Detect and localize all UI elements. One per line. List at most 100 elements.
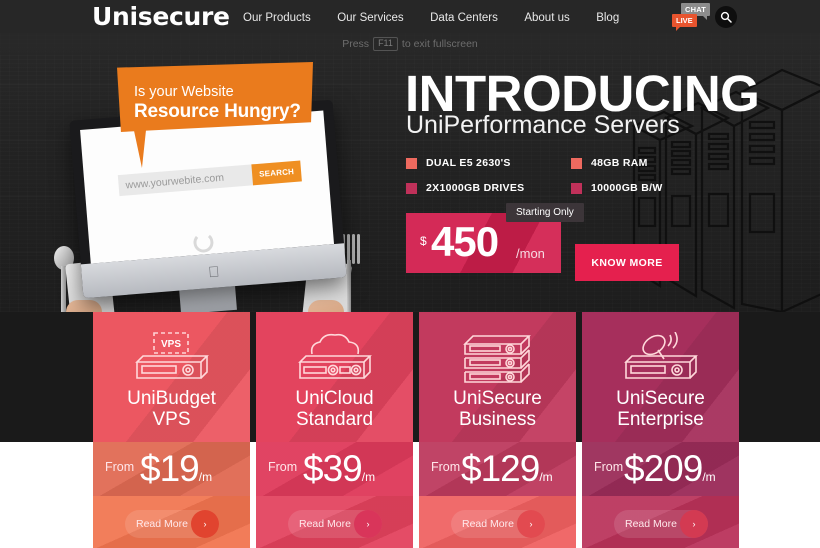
plan-price-band: From $129/m	[419, 442, 576, 496]
plan-card-footer: Read More ›	[419, 496, 576, 548]
plan-amount: 39	[322, 448, 363, 489]
spec-label: 48GB RAM	[591, 157, 648, 169]
plan-title-line-2: VPS	[152, 409, 191, 431]
site-header: Unisecure Our Products Our Services Data…	[0, 0, 820, 33]
hero-price-currency: $	[420, 234, 427, 248]
fullscreen-hint-text: Press F11 to exit fullscreen	[342, 37, 478, 51]
plan-price: $129/m	[461, 446, 553, 492]
plan-title: UniCloud Standard	[256, 388, 413, 431]
read-more-label: Read More	[625, 518, 677, 530]
starting-only-badge: Starting Only	[506, 203, 584, 222]
plan-card[interactable]: UniSecure Business From $129/m Read More…	[419, 312, 576, 548]
search-button[interactable]	[715, 6, 737, 28]
plan-card-footer: Read More ›	[93, 496, 250, 548]
plan-period: /m	[539, 470, 553, 484]
site-logo[interactable]: Unisecure	[92, 2, 230, 31]
imac-illustration: www.yourwebite.com SEARCH 	[54, 99, 360, 312]
read-more-button[interactable]: Read More ›	[288, 510, 382, 538]
vps-server-icon: VPS	[134, 332, 209, 379]
plan-title: UniBudget VPS	[93, 388, 250, 431]
plan-currency: $	[303, 448, 324, 489]
callout-line-2: Resource Hungry?	[134, 101, 301, 122]
read-more-label: Read More	[462, 518, 514, 530]
apple-logo-icon: 	[208, 263, 221, 281]
svg-text:VPS: VPS	[160, 339, 180, 350]
plan-card-header: UniCloud Standard	[256, 312, 413, 442]
plan-title-line-2: Standard	[295, 409, 374, 431]
read-more-button[interactable]: Read More ›	[125, 510, 219, 538]
plan-title-line-1: UniBudget	[127, 388, 216, 409]
fullscreen-hint-prefix: Press	[342, 37, 370, 50]
spec-label: 10000GB B/W	[591, 182, 663, 194]
plan-currency: $	[140, 448, 161, 489]
live-chat-badge[interactable]: CHAT LIVE	[672, 3, 714, 31]
plan-from-label: From	[268, 460, 298, 474]
plan-currency: $	[461, 448, 482, 489]
spec-bullet-icon	[406, 157, 417, 169]
nav-item-about-us[interactable]: About us	[524, 12, 569, 24]
hero-subtitle: UniPerformance Servers	[406, 111, 680, 139]
search-icon	[720, 11, 732, 23]
nav-item-blog[interactable]: Blog	[596, 12, 619, 24]
plan-title-line-1: UniSecure	[453, 388, 542, 409]
plan-price: $39/m	[303, 446, 375, 492]
cloud-server-icon	[297, 333, 372, 379]
nav-item-our-services[interactable]: Our Services	[337, 12, 403, 24]
fullscreen-hint-key: F11	[373, 37, 398, 51]
spec-item: 10000GB B/W	[571, 182, 663, 194]
browser-search-button[interactable]: SEARCH	[251, 160, 302, 186]
arrow-right-icon: ›	[354, 510, 382, 538]
spec-label: DUAL E5 2630'S	[426, 157, 511, 169]
read-more-label: Read More	[299, 518, 351, 530]
live-label: LIVE	[672, 14, 697, 31]
nav-item-data-centers[interactable]: Data Centers	[430, 12, 498, 24]
plan-price-band: From $209/m	[582, 442, 739, 496]
read-more-button[interactable]: Read More ›	[614, 510, 708, 538]
hero-price-box: $ 450 /mon	[406, 213, 561, 273]
plan-amount: 209	[643, 448, 704, 489]
plan-title-line-1: UniCloud	[295, 388, 374, 409]
spec-bullet-icon	[406, 182, 417, 194]
plan-price: $19/m	[140, 446, 212, 492]
plan-period: /m	[198, 470, 213, 484]
plan-from-label: From	[594, 460, 624, 474]
plans-section: VPS UniBudget VPS From $19/m Read More ›…	[0, 312, 820, 548]
hero-price-amount: 450	[431, 218, 499, 265]
browser-url-text: www.yourwebite.com	[125, 171, 225, 192]
plan-price: $209/m	[624, 446, 716, 492]
plan-card-header: UniSecure Business	[419, 312, 576, 442]
plan-card-footer: Read More ›	[582, 496, 739, 548]
loading-spinner-icon	[192, 231, 215, 254]
spec-bullet-icon	[571, 182, 582, 194]
page-root: www.yourwebite.com SEARCH  Is your Webs…	[0, 0, 820, 548]
callout-line-1: Is your Website	[134, 84, 234, 100]
plan-period: /m	[361, 470, 376, 484]
plan-title-line-2: Enterprise	[617, 409, 704, 431]
spec-item: DUAL E5 2630'S	[406, 157, 511, 169]
spec-bullet-icon	[571, 157, 582, 169]
plan-price-band: From $19/m	[93, 442, 250, 496]
plan-price-band: From $39/m	[256, 442, 413, 496]
fullscreen-hint-bar: Press F11 to exit fullscreen	[0, 33, 820, 55]
read-more-label: Read More	[136, 518, 188, 530]
arrow-right-icon: ›	[680, 510, 708, 538]
stacked-servers-icon	[462, 335, 531, 383]
spec-item: 2X1000GB DRIVES	[406, 182, 524, 194]
imac-screen: www.yourwebite.com SEARCH	[80, 110, 335, 264]
nav-item-our-products[interactable]: Our Products	[243, 12, 311, 24]
plan-from-label: From	[431, 460, 461, 474]
know-more-button[interactable]: KNOW MORE	[575, 244, 679, 281]
fullscreen-hint-suffix: to exit fullscreen	[401, 37, 478, 50]
plan-period: /m	[702, 470, 716, 484]
plan-amount: 129	[480, 448, 541, 489]
plan-from-label: From	[105, 460, 135, 474]
arrow-right-icon: ›	[191, 510, 219, 538]
plan-amount: 19	[159, 448, 200, 489]
arrow-right-icon: ›	[517, 510, 545, 538]
plan-card[interactable]: UniCloud Standard From $39/m Read More ›	[256, 312, 413, 548]
spec-item: 48GB RAM	[571, 157, 648, 169]
read-more-button[interactable]: Read More ›	[451, 510, 545, 538]
left-hand	[66, 300, 102, 312]
plan-card[interactable]: UniSecure Enterprise From $209/m Read Mo…	[582, 312, 739, 548]
plan-card[interactable]: VPS UniBudget VPS From $19/m Read More ›	[93, 312, 250, 548]
